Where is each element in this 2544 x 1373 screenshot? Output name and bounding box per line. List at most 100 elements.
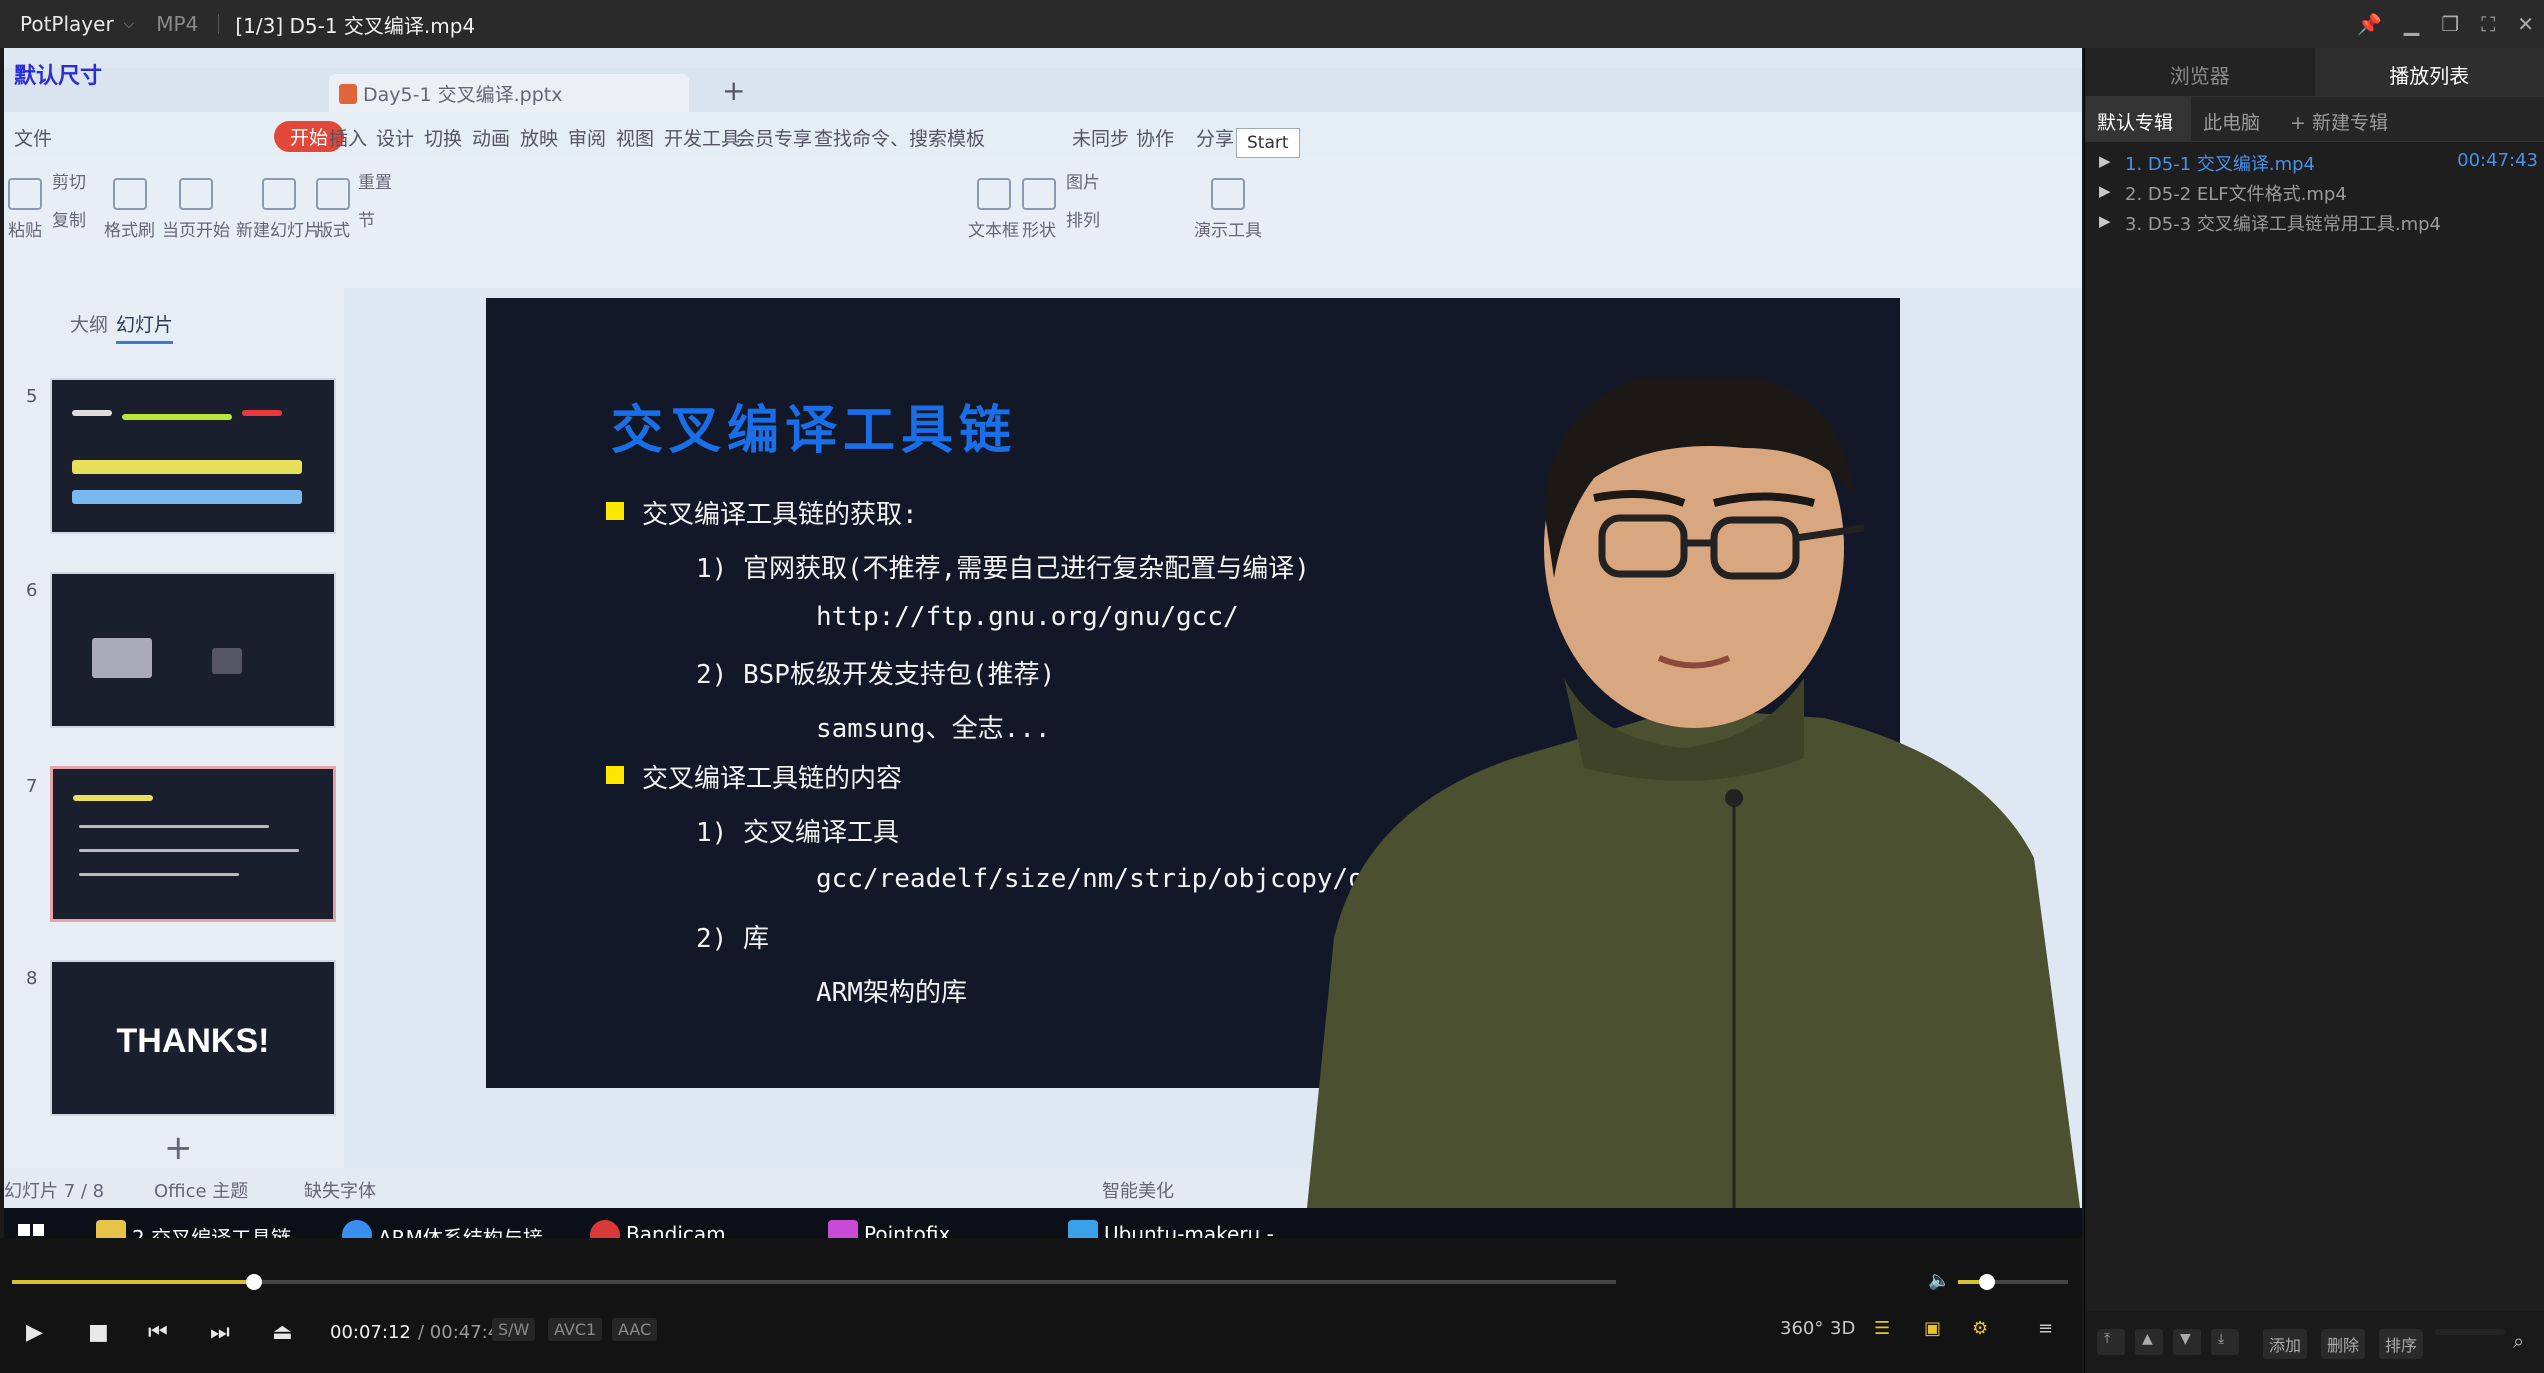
3d-button[interactable]: 3D xyxy=(1830,1318,1855,1339)
delete-button[interactable]: 删除 xyxy=(2321,1329,2366,1359)
player-controls: 🔈 ▶ ■ ⏮ ⏭ ⏏ 00:07:12 / 00:47:43 S/W AVC1… xyxy=(0,1238,2082,1373)
thumb-shape xyxy=(122,414,232,420)
playlist-item-duration: 00:47:43 xyxy=(2457,150,2538,171)
start-tooltip: Start xyxy=(1236,128,1300,158)
sort-button[interactable]: 排序 xyxy=(2379,1329,2424,1359)
seek-handle[interactable] xyxy=(246,1274,263,1290)
fullscreen-icon[interactable]: ⛶ xyxy=(2481,12,2495,36)
slide-title: 交叉编译工具链 xyxy=(611,400,1018,461)
menu-item: 会员专享 xyxy=(736,128,813,150)
slide-line: ARM架构的库 xyxy=(816,978,967,1008)
slide-line: 1) 官网获取(不推荐,需要自己进行复杂配置与编译) xyxy=(696,554,1310,584)
eject-icon[interactable]: ⏏ xyxy=(272,1320,293,1345)
minimize-icon[interactable]: ▁ xyxy=(2404,12,2419,36)
menu-item: 插入 xyxy=(329,128,368,150)
ribbon-label: 排列 xyxy=(1066,211,1100,231)
album-tabs: 默认专辑 此电脑 + 新建专辑 xyxy=(2085,96,2544,142)
video-codec-badge[interactable]: AVC1 xyxy=(548,1318,603,1341)
slide-line: samsung、全志... xyxy=(816,714,1051,744)
ribbon-item: 重置 xyxy=(358,168,392,193)
volume-slider[interactable] xyxy=(1958,1274,2068,1290)
menu-item: 未同步 xyxy=(1072,128,1130,150)
thumb-shape xyxy=(242,410,282,416)
panel-tabs: 浏览器 播放列表 xyxy=(2085,48,2544,96)
ribbon-item: 新建幻灯片 xyxy=(236,178,321,241)
paste-icon xyxy=(8,178,42,210)
thumb-shape xyxy=(79,849,299,852)
ribbon-label: 当页开始 xyxy=(162,221,230,241)
taskbar-item: ARM体系结构与接... xyxy=(334,1208,564,1238)
settings-gear-icon[interactable]: ⚙ xyxy=(1972,1318,1988,1339)
slide-line: 交叉编译工具链的获取: xyxy=(642,500,918,530)
taskbar-label: ARM体系结构与接... xyxy=(378,1226,562,1238)
menu-icon[interactable]: ≡ xyxy=(2038,1318,2053,1339)
tab-default-album[interactable]: 默认专辑 xyxy=(2085,97,2192,141)
wps-tab-bar: Day5-1 交叉编译.pptx + xyxy=(4,68,2082,112)
status-text: Office 主题 xyxy=(154,1181,249,1202)
tab-this-pc[interactable]: 此电脑 xyxy=(2191,97,2278,141)
previous-icon[interactable]: ⏮ xyxy=(148,1320,168,1345)
ribbon-item: 版式 xyxy=(316,178,350,241)
wps-status-bar: 幻灯片 7 / 8 Office 主题 缺失字体 智能美化 xyxy=(4,1168,2082,1208)
ribbon-label: 版式 xyxy=(316,221,350,241)
ribbon-item: 形状 xyxy=(1022,178,1056,241)
tab-browser[interactable]: 浏览器 xyxy=(2085,48,2315,96)
volume-icon[interactable]: 🔈 xyxy=(1928,1270,1950,1291)
status-text: 幻灯片 7 / 8 xyxy=(4,1181,105,1202)
chevron-down-icon[interactable]: ⌵ xyxy=(124,16,135,32)
ribbon-label: 新建幻灯片 xyxy=(236,221,321,241)
playlist-item[interactable]: ▶ 1. D5-1 交叉编译.mp4 00:47:43 xyxy=(2085,146,2544,176)
thumb-number: 7 xyxy=(26,776,38,797)
next-icon[interactable]: ⏭ xyxy=(210,1320,230,1345)
stop-icon[interactable]: ■ xyxy=(88,1320,109,1345)
slide-line: 交叉编译工具链的内容 xyxy=(642,764,903,794)
slide-thumbnail-8: THANKS! xyxy=(50,960,336,1116)
seek-bar[interactable] xyxy=(12,1274,1616,1290)
status-text: 智能美化 xyxy=(1102,1181,1174,1202)
playlist-item[interactable]: ▶ 2. D5-2 ELF文件格式.mp4 xyxy=(2085,176,2544,206)
vr-360-button[interactable]: 360° xyxy=(1780,1318,1823,1339)
taskbar-label: Bandicam xyxy=(626,1222,726,1238)
search-input[interactable] xyxy=(2435,1329,2505,1335)
move-down-icon[interactable]: ▼ xyxy=(2173,1329,2201,1355)
subtitle-icon[interactable]: ▣ xyxy=(1924,1318,1941,1339)
tab-playlist[interactable]: 播放列表 xyxy=(2314,48,2544,96)
decoder-badge[interactable]: S/W xyxy=(492,1318,536,1341)
move-up-icon[interactable]: ▲ xyxy=(2135,1329,2163,1355)
play-indicator-icon: ▶ xyxy=(2099,182,2111,200)
app-menu-button[interactable]: PotPlayer xyxy=(0,12,124,36)
presentation-tools-icon xyxy=(1211,178,1245,210)
window-controls: 📌 ▁ ❐ ⛶ ✕ xyxy=(2357,0,2534,48)
menu-item: 动画 xyxy=(472,128,511,150)
move-top-icon[interactable]: ⤒ xyxy=(2097,1329,2125,1355)
add-button[interactable]: 添加 xyxy=(2263,1329,2308,1359)
playlist-item-label: 1. D5-1 交叉编译.mp4 xyxy=(2125,154,2316,175)
search-icon[interactable]: ⌕ xyxy=(2513,1329,2524,1353)
doc-tab: Day5-1 交叉编译.pptx xyxy=(329,74,689,112)
pin-icon[interactable]: 📌 xyxy=(2357,12,2382,36)
equalizer-icon[interactable]: ☰ xyxy=(1874,1318,1890,1339)
thumb-shape xyxy=(72,460,302,474)
ribbon-item: 格式刷 xyxy=(104,178,155,241)
thumb-thanks-text: THANKS! xyxy=(116,1022,270,1060)
bullet-icon xyxy=(606,502,624,520)
video-surface[interactable]: Day5-1 交叉编译.pptx + 默认尺寸 文件 开始 插入 设计 切换 动… xyxy=(4,48,2082,1238)
audio-codec-badge[interactable]: AAC xyxy=(612,1318,658,1341)
volume-handle[interactable] xyxy=(1978,1274,1995,1290)
thumb-number: 5 xyxy=(26,386,38,407)
taskbar-label: 2.交叉编译工具链 xyxy=(132,1226,292,1238)
close-icon[interactable]: ✕ xyxy=(2517,12,2534,36)
folder-icon xyxy=(96,1220,126,1238)
menu-item: 审阅 xyxy=(568,128,607,150)
new-album-button[interactable]: + 新建专辑 xyxy=(2278,97,2406,141)
play-icon[interactable]: ▶ xyxy=(26,1320,43,1345)
move-bottom-icon[interactable]: ⤓ xyxy=(2211,1329,2239,1355)
playlist-item[interactable]: ▶ 3. D5-3 交叉编译工具链常用工具.mp4 xyxy=(2085,206,2544,236)
restore-icon[interactable]: ❐ xyxy=(2441,12,2459,36)
thumb-number: 8 xyxy=(26,968,38,989)
play-indicator-icon: ▶ xyxy=(2099,152,2111,170)
ribbon-item: 当页开始 xyxy=(162,178,230,241)
menu-item: 查找命令、搜索模板 xyxy=(814,128,986,150)
textbox-icon xyxy=(976,178,1011,210)
ribbon-label: 节 xyxy=(358,211,375,231)
